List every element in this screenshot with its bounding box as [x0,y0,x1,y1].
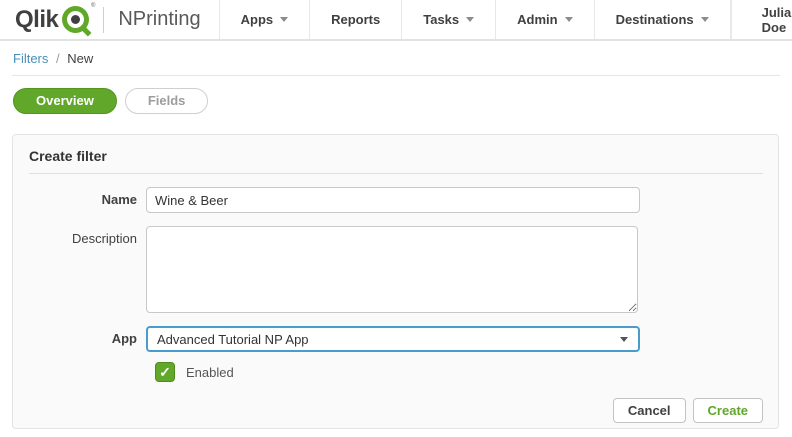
enabled-checkbox[interactable]: ✓ [155,362,175,382]
q-logo-tail [82,27,92,37]
enabled-label: Enabled [186,365,234,380]
chevron-down-icon [280,17,288,22]
chevron-down-icon [701,17,709,22]
breadcrumb-separator: / [56,51,60,66]
menu-item-reports-label: Reports [331,12,380,27]
description-label: Description [13,226,146,246]
app-field-row: App Advanced Tutorial NP App [13,326,778,352]
name-field-row: Name [13,187,778,213]
app-select[interactable]: Advanced Tutorial NP App [146,326,640,352]
menu-item-admin[interactable]: Admin [495,0,593,39]
view-tabs: Overview Fields [0,76,792,124]
top-navigation-bar: Qlik ® NPrinting Apps Reports Tasks Admi… [0,0,792,41]
panel-action-buttons: Cancel Create [613,398,763,423]
qlik-q-logo-icon: ® [62,6,89,33]
app-label: App [13,326,146,346]
menu-item-admin-label: Admin [517,12,557,27]
menu-item-tasks[interactable]: Tasks [401,0,495,39]
chevron-down-icon [565,17,573,22]
panel-title: Create filter [13,135,778,173]
create-filter-panel: Create filter Name Description App Advan… [12,134,779,429]
menu-item-apps[interactable]: Apps [219,0,310,39]
create-button[interactable]: Create [693,398,763,423]
app-select-value: Advanced Tutorial NP App [157,332,309,347]
menu-item-tasks-label: Tasks [423,12,459,27]
name-input[interactable] [146,187,640,213]
panel-title-divider [29,173,763,174]
tab-overview[interactable]: Overview [13,88,117,114]
brand-divider [103,7,104,33]
user-name-label: Julia Doe [762,5,792,35]
menu-item-apps-label: Apps [241,12,274,27]
menu-item-destinations[interactable]: Destinations [594,0,731,39]
menu-item-reports[interactable]: Reports [309,0,401,39]
cancel-button[interactable]: Cancel [613,398,686,423]
product-name: NPrinting [118,8,200,31]
breadcrumb-filters-link[interactable]: Filters [13,51,48,66]
menu-item-destinations-label: Destinations [616,12,694,27]
breadcrumb-current: New [67,51,93,66]
enabled-field-row: ✓ Enabled [155,362,778,382]
tab-fields[interactable]: Fields [125,88,209,114]
qlik-logo-text: Qlik [15,6,58,34]
name-label: Name [13,187,146,207]
main-menu: Apps Reports Tasks Admin Destinations [219,0,731,39]
qlik-nprinting-brand: Qlik ® NPrinting [0,0,219,39]
chevron-down-icon [466,17,474,22]
user-menu[interactable]: Julia Doe [731,0,792,39]
breadcrumb: Filters / New [0,41,792,75]
registered-trademark: ® [91,3,95,9]
select-dropdown-icon [620,337,628,342]
description-textarea[interactable] [146,226,638,313]
description-field-row: Description [13,226,778,313]
